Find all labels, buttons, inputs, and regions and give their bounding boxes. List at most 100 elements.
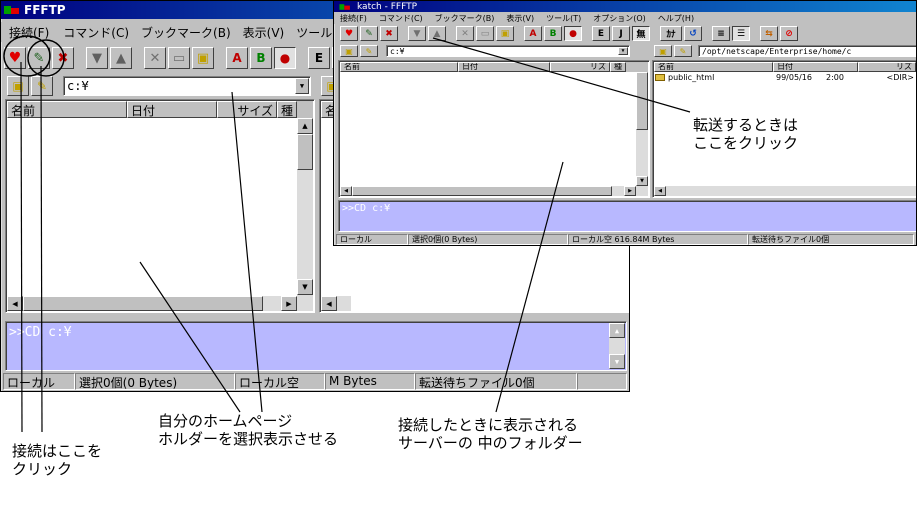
hscroll-thumb[interactable] (352, 186, 612, 196)
local-path-value: c:¥ (390, 46, 405, 56)
scroll-up-icon[interactable]: ▲ (297, 118, 313, 134)
col-name[interactable]: 名前 (340, 62, 458, 72)
menu-tools[interactable]: ツール(T) (540, 13, 587, 24)
connected-annotation-line-1: 接続したときに表示される (398, 416, 579, 434)
remote-col-name[interactable]: 名前 (654, 62, 774, 72)
scroll-left-icon[interactable]: ◀ (654, 186, 666, 196)
scroll-thumb[interactable] (636, 72, 648, 130)
upload-button[interactable]: ▲ (428, 26, 446, 41)
col-name[interactable]: 名前 (7, 101, 127, 118)
connect-button[interactable]: ♥ (340, 26, 358, 41)
menu-options[interactable]: オプション(O) (587, 13, 652, 24)
local-path-combo[interactable]: c:¥ ▼ (63, 76, 311, 96)
local-vscroll[interactable]: ▼ (636, 72, 648, 196)
quick-connect-button[interactable]: ✎ (28, 47, 50, 69)
rename-button[interactable]: ▭ (476, 26, 494, 41)
scroll-down-icon[interactable]: ▼ (636, 176, 648, 186)
jis-button[interactable]: J (612, 26, 630, 41)
scroll-down-icon[interactable]: ▼ (297, 279, 313, 295)
local-path-combo[interactable]: c:¥ ▼ (386, 45, 630, 57)
scroll-right-icon[interactable]: ▶ (281, 296, 297, 311)
euc-button[interactable]: E (592, 26, 610, 41)
menu-connect[interactable]: 接続(F) (334, 13, 373, 24)
binary-mode-button[interactable]: B (250, 47, 272, 69)
binary-mode-button[interactable]: B (544, 26, 562, 41)
upload-button[interactable]: ▲ (110, 47, 132, 69)
detail-view-button[interactable]: ☰ (732, 26, 750, 41)
menu-view[interactable]: 表示(V) (237, 24, 291, 41)
auto-mode-button[interactable]: ● (274, 47, 296, 69)
ascii-mode-button[interactable]: A (524, 26, 542, 41)
local-path-row: ▣ ✎ c:¥ ▼ (7, 75, 313, 97)
quick-connect-button[interactable]: ✎ (360, 26, 378, 41)
menu-connect[interactable]: 接続(F) (1, 24, 57, 41)
col-date[interactable]: 日付 (458, 62, 550, 72)
list-item[interactable]: public_html 99/05/16 2:00 <DIR> (655, 73, 916, 83)
connect-annotation: 接続はここを クリック (12, 442, 102, 478)
folder-open-button[interactable]: ✎ (360, 45, 378, 57)
local-file-list[interactable]: 名前 日付 リズ 種 ▼ ◀ ▶ (338, 60, 650, 198)
no-conv-button[interactable]: 無 (632, 26, 650, 41)
folder-up-button[interactable]: ▣ (340, 45, 358, 57)
log-vscroll[interactable]: ▲ ▼ (609, 323, 625, 369)
mkdir-button[interactable]: ▣ (496, 26, 514, 41)
remote-col-size[interactable]: リズ (858, 62, 916, 72)
second-menubar: 接続(F) コマンド(C) ブックマーク(B) 表示(V) ツール(T) オプシ… (334, 12, 916, 24)
hscroll-thumb[interactable] (23, 296, 263, 311)
disconnect-button[interactable]: ✖ (52, 47, 74, 69)
refresh-button[interactable]: ↺ (684, 26, 702, 41)
remote-path-row: ▣ ✎ /opt/netscape/Enterprise/home/c (654, 44, 916, 58)
connected-annotation-line-2: サーバーの 中のフォルダー (398, 434, 583, 452)
download-button[interactable]: ▼ (408, 26, 426, 41)
status-queue: 転送待ちファイル0個 (748, 234, 914, 245)
col-date[interactable]: 日付 (127, 101, 217, 118)
remote-col-date[interactable]: 日付 (773, 62, 859, 72)
euc-button[interactable]: E (308, 47, 330, 69)
auto-mode-button[interactable]: ● (564, 26, 582, 41)
download-button[interactable]: ▼ (86, 47, 108, 69)
ascii-mode-button[interactable]: A (226, 47, 248, 69)
remote-hscroll[interactable]: ◀ (654, 186, 916, 196)
scroll-left-icon[interactable]: ◀ (7, 296, 23, 311)
local-hscroll[interactable]: ◀ ▶ (7, 296, 313, 311)
col-size[interactable]: サイズ (217, 101, 277, 118)
menu-view[interactable]: 表示(V) (500, 13, 540, 24)
remote-path-combo[interactable]: /opt/netscape/Enterprise/home/c (698, 45, 916, 57)
col-type[interactable]: 種 (610, 62, 626, 72)
menu-help[interactable]: ヘルプ(H) (652, 13, 700, 24)
rename-button[interactable]: ▭ (168, 47, 190, 69)
scroll-left-icon[interactable]: ◀ (340, 186, 352, 196)
remote-folder-open-button[interactable]: ✎ (674, 45, 692, 57)
remote-folder-up-button[interactable]: ▣ (654, 45, 672, 57)
delete-button[interactable]: ✕ (144, 47, 166, 69)
local-file-list[interactable]: 名前 日付 サイズ 種 ▲ ▼ ◀ ▶ (5, 99, 315, 313)
chevron-down-icon[interactable]: ▼ (618, 47, 628, 55)
chevron-down-icon[interactable]: ▼ (295, 78, 309, 94)
folder-open-button[interactable]: ✎ (31, 76, 53, 96)
col-type[interactable]: 種 (277, 101, 297, 118)
local-vscroll[interactable]: ▲ ▼ (297, 118, 313, 311)
remote-hscroll[interactable]: ◀ (321, 296, 351, 311)
menu-command[interactable]: コマンド(C) (373, 13, 429, 24)
folder-up-button[interactable]: ▣ (7, 76, 29, 96)
stop-button[interactable]: ⊘ (780, 26, 798, 41)
scroll-down-icon[interactable]: ▼ (609, 354, 625, 369)
status-local: ローカル (3, 373, 75, 390)
local-hscroll[interactable]: ◀ ▶ (340, 186, 648, 196)
delete-button[interactable]: ✕ (456, 26, 474, 41)
menu-bookmark[interactable]: ブックマーク(B) (135, 24, 237, 41)
kana-button[interactable]: ｶﾅ (660, 26, 682, 41)
sync-button[interactable]: ⇆ (760, 26, 778, 41)
connect-button[interactable]: ♥ (4, 47, 26, 69)
scroll-thumb[interactable] (297, 134, 313, 170)
list-view-button[interactable]: ≡ (712, 26, 730, 41)
menu-bookmark[interactable]: ブックマーク(B) (429, 13, 501, 24)
col-size[interactable]: リズ (550, 62, 610, 72)
menu-command[interactable]: コマンド(C) (57, 24, 135, 41)
scroll-right-icon[interactable]: ▶ (624, 186, 636, 196)
disconnect-button[interactable]: ✖ (380, 26, 398, 41)
scroll-up-icon[interactable]: ▲ (609, 323, 625, 338)
scroll-left-icon[interactable]: ◀ (321, 296, 337, 311)
log-line: >>CD c:¥ (9, 325, 72, 340)
mkdir-button[interactable]: ▣ (192, 47, 214, 69)
